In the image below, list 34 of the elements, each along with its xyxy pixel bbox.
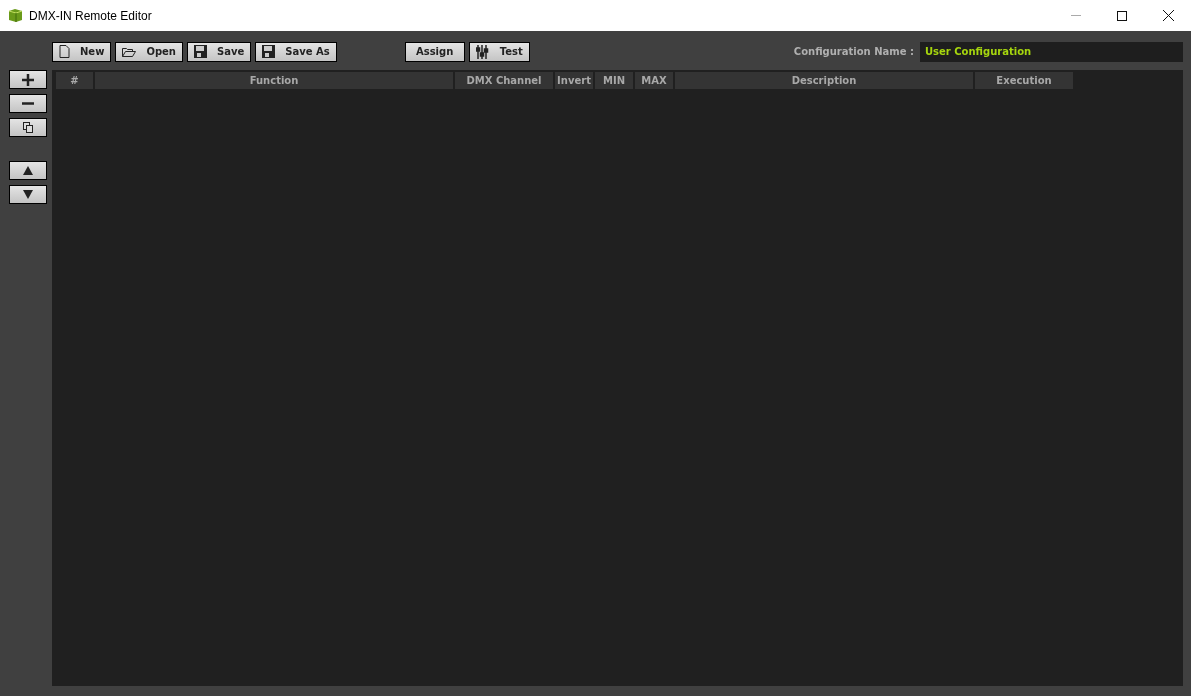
toolbar-button[interactable]: New bbox=[52, 41, 112, 62]
toolbar-button[interactable]: Save bbox=[186, 41, 252, 62]
column-header[interactable]: Execution bbox=[975, 72, 1073, 89]
sliders-icon bbox=[475, 44, 490, 59]
column-header[interactable]: Description bbox=[675, 72, 973, 89]
remove-button[interactable] bbox=[9, 94, 47, 113]
add-button[interactable] bbox=[9, 70, 47, 89]
column-header[interactable]: DMX Channel bbox=[455, 72, 553, 89]
folder-icon bbox=[122, 46, 137, 57]
move-up-button[interactable] bbox=[9, 161, 47, 180]
column-header[interactable]: MAX bbox=[635, 72, 673, 89]
toolbar-button[interactable]: Test bbox=[468, 41, 530, 62]
column-header[interactable]: MIN bbox=[595, 72, 633, 89]
toolbar-button[interactable]: Assign bbox=[404, 41, 465, 62]
copy-icon bbox=[23, 122, 33, 133]
window-title: DMX-IN Remote Editor bbox=[29, 7, 152, 25]
duplicate-button[interactable] bbox=[9, 118, 47, 137]
cube-icon bbox=[8, 8, 23, 23]
toolbar-button[interactable]: Save As bbox=[255, 41, 337, 62]
triangle-down-icon bbox=[23, 190, 33, 199]
toolbar-button[interactable]: Open bbox=[115, 41, 183, 62]
move-down-button[interactable] bbox=[9, 185, 47, 204]
triangle-up-icon bbox=[23, 166, 33, 175]
close-icon bbox=[1162, 10, 1174, 21]
minus-icon bbox=[22, 102, 34, 105]
column-header[interactable]: Invert bbox=[555, 72, 593, 89]
column-header[interactable]: Function bbox=[95, 72, 453, 89]
plus-icon bbox=[22, 73, 34, 86]
column-header[interactable]: # bbox=[56, 72, 93, 89]
minimize-icon bbox=[1071, 15, 1081, 16]
maximize-icon bbox=[1117, 10, 1127, 21]
configuration-name-field[interactable]: User Configuration bbox=[920, 41, 1183, 62]
configuration-name-label: Configuration Name : bbox=[793, 45, 914, 59]
document-icon bbox=[59, 45, 70, 58]
